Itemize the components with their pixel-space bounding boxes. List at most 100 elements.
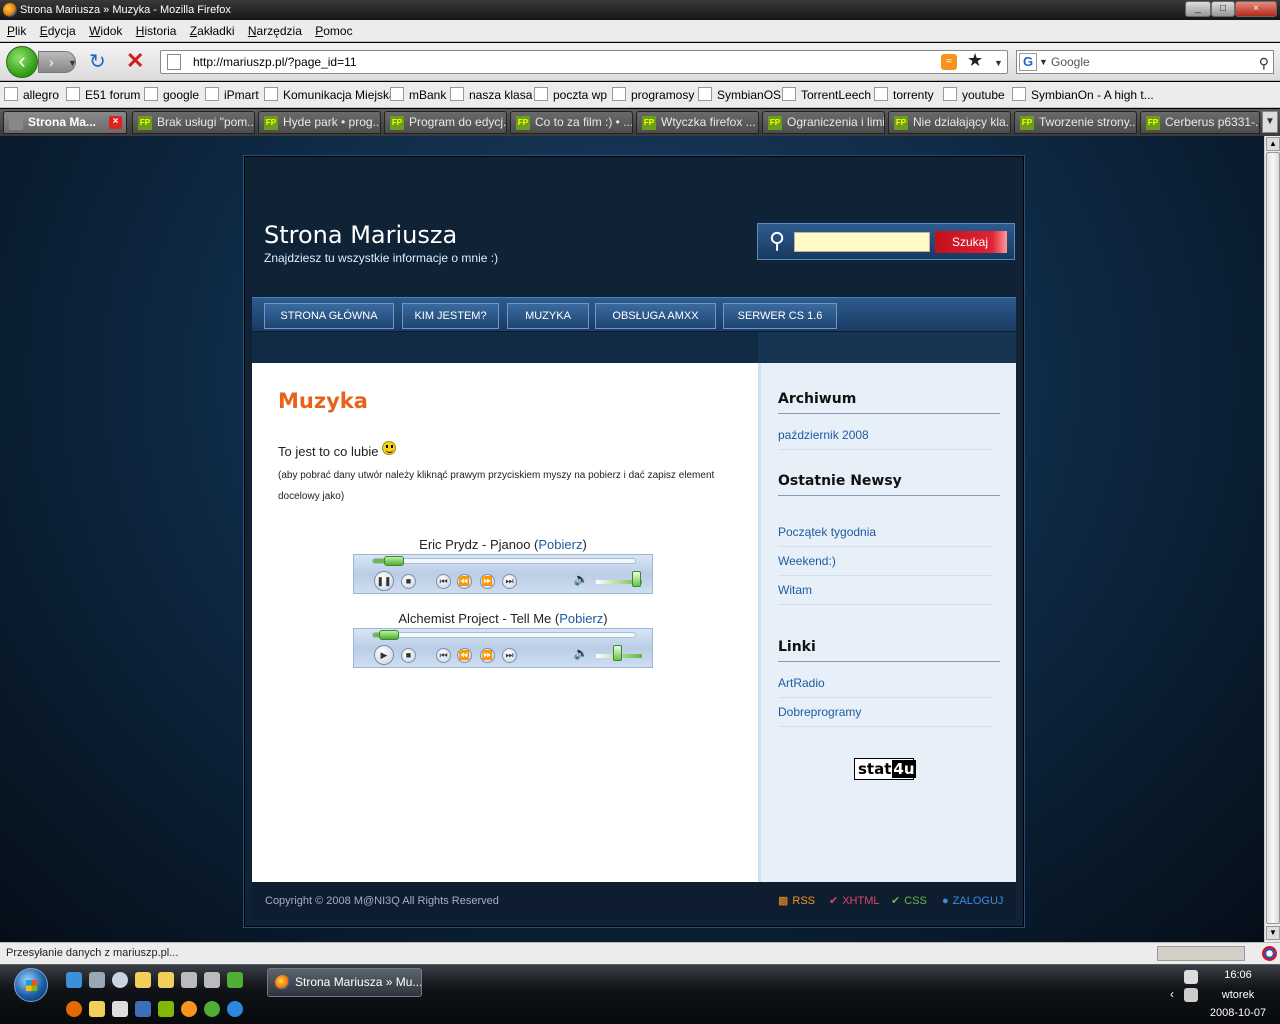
news-link-witam[interactable]: Witam xyxy=(778,583,992,605)
tab-brak-uslugi[interactable]: FP Brak usługi "pom... xyxy=(132,111,255,134)
web-search-field[interactable]: G ▼ Google ⚲ xyxy=(1016,50,1274,74)
smiley-icon[interactable] xyxy=(181,1001,197,1017)
bookmark-star-icon[interactable]: ★ xyxy=(967,50,983,71)
folder-icon[interactable] xyxy=(158,972,174,988)
menu-widok[interactable]: Widok xyxy=(89,20,122,42)
link-dobreprogramy[interactable]: Dobreprogramy xyxy=(778,705,992,727)
maximize-button[interactable]: □ xyxy=(1211,1,1235,17)
close-window-button[interactable]: × xyxy=(1235,1,1277,17)
stop-icon[interactable]: ■ xyxy=(401,648,416,663)
reload-button[interactable]: ↻ xyxy=(89,51,106,73)
drive-icon[interactable] xyxy=(181,972,197,988)
bookmark-ipmart[interactable]: iPmart xyxy=(205,82,259,107)
app-icon[interactable] xyxy=(227,972,243,988)
volume-handle[interactable] xyxy=(632,571,641,587)
archive-link-october-2008[interactable]: październik 2008 xyxy=(778,428,992,450)
url-dropdown-icon[interactable]: ▼ xyxy=(994,58,1003,68)
footer-xhtml-link[interactable]: ✔ XHTML xyxy=(829,882,880,920)
clock-date[interactable]: 2008-10-07 xyxy=(1200,1007,1276,1019)
history-dropdown-icon[interactable]: ▼ xyxy=(68,58,77,68)
bookmark-symbianos[interactable]: SymbianOS xyxy=(698,82,781,107)
clock-day[interactable]: wtorek xyxy=(1206,989,1270,1001)
next-icon[interactable]: ⏭ xyxy=(502,574,517,589)
stop-icon[interactable]: ■ xyxy=(401,574,416,589)
app-icon[interactable] xyxy=(158,1001,174,1017)
tab-tworzenie-strony[interactable]: FP Tworzenie strony... xyxy=(1014,111,1137,134)
bookmark-torrenty[interactable]: torrenty xyxy=(874,82,934,107)
scroll-up-icon[interactable]: ▲ xyxy=(1266,137,1280,151)
nav-serwer-cs[interactable]: SERWER CS 1.6 xyxy=(723,303,837,329)
menu-zakladki[interactable]: Zakładki xyxy=(190,20,235,42)
skype-icon[interactable] xyxy=(227,1001,243,1017)
rss-feed-icon[interactable]: ≈ xyxy=(941,54,957,70)
bookmark-google[interactable]: google xyxy=(144,82,199,107)
news-link-weekend[interactable]: Weekend:) xyxy=(778,554,992,576)
scroll-down-icon[interactable]: ▼ xyxy=(1266,926,1280,940)
messenger-icon[interactable] xyxy=(204,1001,220,1017)
seek-handle[interactable] xyxy=(384,556,404,566)
tab-program-do-edycji[interactable]: FP Program do edycj... xyxy=(384,111,507,134)
folder-icon[interactable] xyxy=(135,972,151,988)
tab-hyde-park[interactable]: FP Hyde park • prog... xyxy=(258,111,381,134)
search-button[interactable]: Szukaj xyxy=(935,231,1007,253)
ie-icon[interactable] xyxy=(66,972,82,988)
rewind-icon[interactable]: ⏪ xyxy=(457,648,472,663)
shield-icon[interactable] xyxy=(112,1001,128,1017)
previous-icon[interactable]: ⏮ xyxy=(436,574,451,589)
site-search-input[interactable] xyxy=(794,232,930,252)
menu-historia[interactable]: Historia xyxy=(136,20,177,42)
taskbar-firefox-window[interactable]: Strona Mariusza » Mu... xyxy=(267,968,422,997)
download-link-2[interactable]: Pobierz xyxy=(559,611,603,626)
tab-strona-mariusza[interactable]: Strona Ma... × xyxy=(3,111,127,134)
search-icon[interactable]: ⚲ xyxy=(1259,52,1269,74)
footer-rss-link[interactable]: ▩ RSS xyxy=(778,882,815,920)
bookmark-komunikacja[interactable]: Komunikacja Miejska xyxy=(264,82,396,107)
nav-strona-glowna[interactable]: STRONA GŁÓWNA xyxy=(264,303,394,329)
tab-cerberus[interactable]: FP Cerberus p6331-... xyxy=(1140,111,1260,134)
footer-login-link[interactable]: ● ZALOGUJ xyxy=(942,882,1003,920)
site-title[interactable]: Strona Mariusza xyxy=(264,221,457,249)
pause-icon[interactable]: ❚❚ xyxy=(374,571,394,591)
search-engine-icon[interactable]: G xyxy=(1019,53,1037,71)
tab-co-to-za-film[interactable]: FP Co to za film :) • ... xyxy=(510,111,633,134)
volume-handle[interactable] xyxy=(613,645,622,661)
footer-css-link[interactable]: ✔ CSS xyxy=(891,882,927,920)
seek-bar[interactable] xyxy=(372,556,636,566)
menu-narzedzia[interactable]: Narzędzia xyxy=(248,20,302,42)
addon-status-icon[interactable] xyxy=(1262,946,1277,961)
tray-icon[interactable] xyxy=(1184,988,1198,1002)
fast-forward-icon[interactable]: ⏩ xyxy=(480,648,495,663)
menu-plik[interactable]: Plik xyxy=(7,20,26,42)
menu-pomoc[interactable]: Pomoc xyxy=(315,20,352,42)
nav-muzyka[interactable]: MUZYKA xyxy=(507,303,589,329)
tab-ograniczenia[interactable]: FP Ograniczenia i limi... xyxy=(762,111,885,134)
close-tab-icon[interactable]: × xyxy=(109,116,122,129)
bookmark-e51-forum[interactable]: E51 forum xyxy=(66,82,140,107)
tab-wtyczka-firefox[interactable]: FP Wtyczka firefox ... xyxy=(636,111,759,134)
play-icon[interactable]: ▶ xyxy=(374,645,394,665)
start-button[interactable] xyxy=(14,968,48,1002)
nav-kim-jestem[interactable]: KIM JESTEM? xyxy=(402,303,499,329)
url-field[interactable]: http://mariuszp.pl/?page_id=11 xyxy=(160,50,1008,74)
volume-icon[interactable]: 🔈 xyxy=(572,570,590,588)
stat4u-badge[interactable]: stat 4u xyxy=(854,758,916,780)
notes-icon[interactable] xyxy=(89,1001,105,1017)
scroll-thumb[interactable] xyxy=(1266,152,1280,924)
seek-bar[interactable] xyxy=(372,630,636,640)
app-icon[interactable] xyxy=(135,1001,151,1017)
bookmark-torrentleech[interactable]: TorrentLeech xyxy=(782,82,871,107)
stop-button[interactable]: ✕ xyxy=(126,50,144,72)
download-link-1[interactable]: Pobierz xyxy=(538,537,582,552)
menu-edycja[interactable]: Edycja xyxy=(40,20,76,42)
news-link-poczatek-tygodnia[interactable]: Początek tygodnia xyxy=(778,525,992,547)
next-icon[interactable]: ⏭ xyxy=(502,648,517,663)
search-engine-dropdown-icon[interactable]: ▼ xyxy=(1039,51,1048,73)
tab-nie-dzialajacy[interactable]: FP Nie działający kla... xyxy=(888,111,1011,134)
tray-expand-icon[interactable]: ‹ xyxy=(1170,987,1174,1001)
link-artradio[interactable]: ArtRadio xyxy=(778,676,992,698)
vertical-scrollbar[interactable]: ▲ ▼ xyxy=(1264,136,1280,942)
bookmark-mbank[interactable]: mBank xyxy=(390,82,446,107)
bookmark-programosy[interactable]: programosy xyxy=(612,82,694,107)
bookmark-poczta-wp[interactable]: poczta wp xyxy=(534,82,607,107)
fast-forward-icon[interactable]: ⏩ xyxy=(480,574,495,589)
